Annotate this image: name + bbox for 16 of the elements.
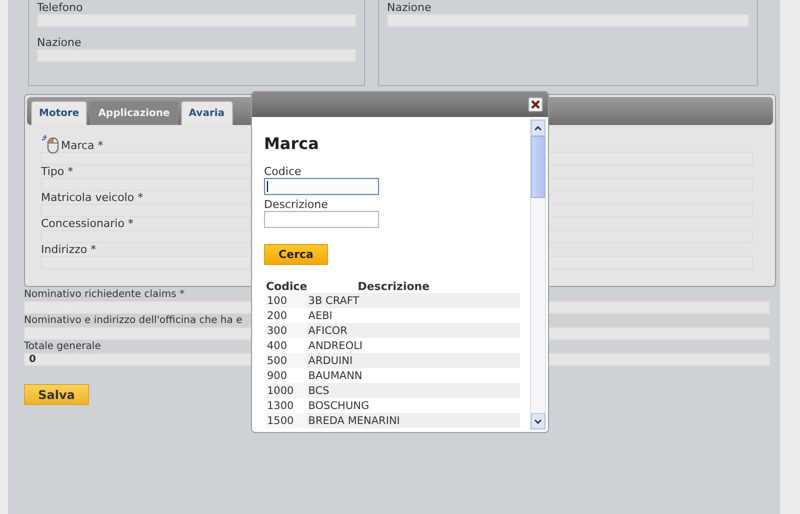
column-header: Descrizione <box>307 279 520 293</box>
field-label: Tipo * <box>41 166 74 178</box>
field-label: Codice <box>264 166 302 178</box>
field-label: Marca * <box>61 140 104 152</box>
field-label: Indirizzo * <box>41 244 96 256</box>
field-label: Matricola veicolo * <box>41 192 144 204</box>
field-label: Telefono <box>37 2 83 14</box>
field-label: Totale generale <box>24 341 101 353</box>
dialog-title: Marca <box>264 134 320 154</box>
field-label: Nazione <box>387 2 432 14</box>
field-label: Concessionario * <box>41 218 134 230</box>
column-header: Codice <box>266 279 308 293</box>
field-label: Nominativo richiedente claims * <box>24 289 185 301</box>
field-label: Nazione <box>37 37 82 49</box>
field-label: Nominativo e indirizzo dell'officina che ha e <box>24 315 242 327</box>
field-label: Descrizione <box>264 199 329 211</box>
